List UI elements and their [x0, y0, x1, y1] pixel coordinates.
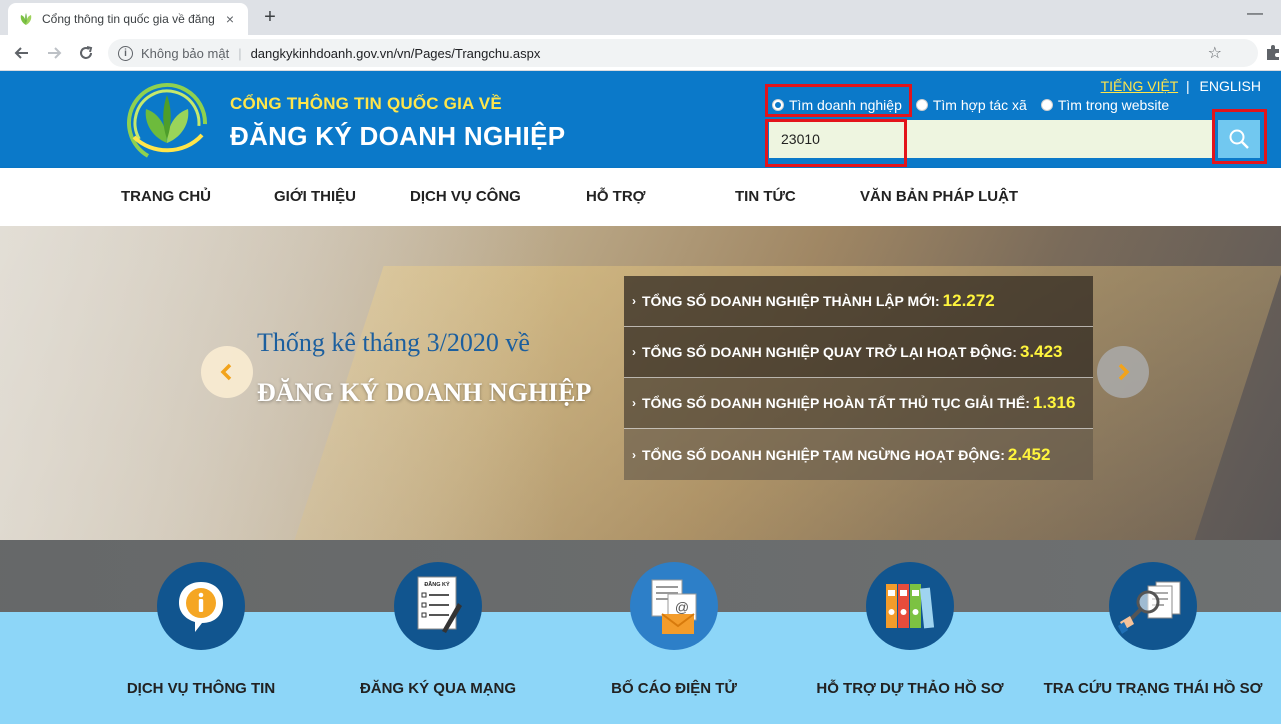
tab-title: Cổng thông tin quốc gia về đăng [42, 12, 215, 26]
omnibox-divider: | [238, 45, 242, 61]
radio-cooperative[interactable] [915, 99, 928, 111]
chevron-right-icon: › [632, 345, 636, 359]
lang-english-link[interactable]: ENGLISH [1200, 78, 1261, 94]
stat-row-suspended[interactable]: › TỔNG SỐ DOANH NGHIỆP TẠM NGỪNG HOẠT ĐỘ… [624, 429, 1093, 480]
search-input[interactable] [769, 120, 1214, 158]
service-label: HỖ TRỢ DỰ THẢO HỒ SƠ [816, 680, 1004, 697]
magnifier-document-icon [1109, 562, 1197, 650]
nav-about[interactable]: GIỚI THIỆU [274, 188, 356, 205]
service-online-registration[interactable]: ĐĂNG KÝ ĐĂNG KÝ QUA MẠNG [308, 562, 568, 697]
slider-next-button[interactable] [1097, 346, 1149, 398]
stat-row-new[interactable]: › TỔNG SỐ DOANH NGHIỆP THÀNH LẬP MỚI: 12… [624, 276, 1093, 327]
stat-label: TỔNG SỐ DOANH NGHIỆP QUAY TRỞ LẠI HOẠT Đ… [642, 344, 1017, 360]
lang-vietnamese-link[interactable]: TIẾNG VIỆT [1101, 78, 1179, 94]
minimize-window-button[interactable]: — [1247, 5, 1263, 23]
search-scope-options: Tìm doanh nghiệp Tìm hợp tác xã Tìm tron… [772, 97, 1183, 113]
banner-heading: Thống kê tháng 3/2020 về [257, 328, 530, 357]
nav-home[interactable]: TRANG CHỦ [121, 188, 211, 205]
service-draft-support[interactable]: HỖ TRỢ DỰ THẢO HỒ SƠ [780, 562, 1040, 697]
browser-toolbar: i Không bảo mật | dangkykinhdoanh.gov.vn… [0, 35, 1281, 71]
service-status-lookup[interactable]: TRA CỨU TRẠNG THÁI HỒ SƠ [1023, 562, 1281, 697]
statistics-banner: Thống kê tháng 3/2020 về ĐĂNG KÝ DOANH N… [0, 226, 1281, 540]
back-icon[interactable] [10, 41, 34, 65]
nav-public-services[interactable]: DỊCH VỤ CÔNG [410, 188, 521, 205]
service-information[interactable]: DỊCH VỤ THÔNG TIN [71, 562, 331, 697]
language-switch: TIẾNG VIỆT | ENGLISH [1101, 78, 1261, 94]
radio-cooperative-label: Tìm hợp tác xã [932, 97, 1027, 113]
banner-title: ĐĂNG KÝ DOANH NGHIỆP [257, 378, 592, 407]
url-text[interactable]: dangkykinhdoanh.gov.vn/vn/Pages/Trangchu… [251, 46, 1208, 61]
site-header: CỔNG THÔNG TIN QUỐC GIA VỀ ĐĂNG KÝ DOANH… [0, 71, 1281, 168]
radio-enterprise[interactable] [772, 99, 784, 111]
email-document-icon: @ [630, 562, 718, 650]
main-navigation: TRANG CHỦ GIỚI THIỆU DỊCH VỤ CÔNG HỖ TRỢ… [0, 168, 1281, 226]
browser-tab[interactable]: Cổng thông tin quốc gia về đăng × [8, 3, 248, 35]
svg-text:@: @ [675, 599, 689, 615]
stat-value: 12.272 [942, 291, 995, 310]
site-title: ĐĂNG KÝ DOANH NGHIỆP [230, 121, 566, 151]
browser-tab-bar: Cổng thông tin quốc gia về đăng × + — [0, 0, 1281, 35]
stat-label: TỔNG SỐ DOANH NGHIỆP THÀNH LẬP MỚI: [642, 293, 940, 309]
search-option-enterprise[interactable]: Tìm doanh nghiệp [772, 97, 902, 113]
search-icon [1229, 129, 1249, 149]
service-label: TRA CỨU TRẠNG THÁI HỒ SƠ [1043, 680, 1263, 697]
service-label: ĐĂNG KÝ QUA MẠNG [359, 680, 517, 697]
stat-row-resumed[interactable]: › TỔNG SỐ DOANH NGHIỆP QUAY TRỞ LẠI HOẠT… [624, 327, 1093, 378]
tab-close-icon[interactable]: × [222, 11, 238, 27]
registration-form-icon: ĐĂNG KÝ [394, 562, 482, 650]
stat-row-dissolved[interactable]: › TỔNG SỐ DOANH NGHIỆP HOÀN TẤT THỦ TỤC … [624, 378, 1093, 429]
stat-value: 1.316 [1032, 393, 1076, 412]
statistics-list: › TỔNG SỐ DOANH NGHIỆP THÀNH LẬP MỚI: 12… [624, 276, 1093, 480]
nav-support[interactable]: HỖ TRỢ [586, 188, 645, 205]
reload-icon[interactable] [74, 41, 98, 65]
search-button[interactable] [1218, 120, 1260, 158]
search-option-website[interactable]: Tìm trong website [1040, 97, 1170, 113]
binders-icon [866, 562, 954, 650]
bookmark-star-icon[interactable]: ☆ [1208, 43, 1222, 63]
chevron-right-icon: › [632, 294, 636, 308]
chevron-right-icon: › [632, 396, 636, 410]
lang-separator: | [1186, 78, 1190, 94]
address-bar[interactable]: i Không bảo mật | dangkykinhdoanh.gov.vn… [108, 39, 1258, 67]
site-subtitle: CỔNG THÔNG TIN QUỐC GIA VỀ [230, 94, 502, 113]
registration-form-icon-text: ĐĂNG KÝ [424, 581, 450, 588]
chevron-left-icon [220, 363, 232, 381]
radio-website-label: Tìm trong website [1057, 97, 1170, 113]
radio-enterprise-label: Tìm doanh nghiệp [789, 97, 902, 113]
radio-website[interactable] [1040, 99, 1053, 111]
insecure-label: Không bảo mật [141, 45, 230, 61]
stat-label: TỔNG SỐ DOANH NGHIỆP TẠM NGỪNG HOẠT ĐỘNG… [642, 446, 1005, 463]
stat-value: 3.423 [1019, 342, 1063, 361]
forward-icon[interactable] [42, 41, 66, 65]
stat-label: TỔNG SỐ DOANH NGHIỆP HOÀN TẤT THỦ TỤC GI… [642, 395, 1030, 411]
search-option-cooperative[interactable]: Tìm hợp tác xã [915, 97, 1027, 113]
chevron-right-icon [1118, 363, 1130, 381]
extensions-icon[interactable] [1265, 43, 1281, 63]
site-favicon-icon [20, 13, 32, 25]
chevron-right-icon: › [632, 447, 636, 462]
info-bubble-icon [157, 562, 245, 650]
service-electronic-notice[interactable]: @ BỐ CÁO ĐIỆN TỬ [544, 562, 804, 697]
new-tab-button[interactable]: + [258, 5, 282, 29]
nav-legal-documents[interactable]: VĂN BẢN PHÁP LUẬT [860, 188, 1018, 205]
slider-prev-button[interactable] [201, 346, 253, 398]
service-label: DỊCH VỤ THÔNG TIN [126, 680, 276, 697]
service-label: BỐ CÁO ĐIỆN TỬ [611, 680, 737, 697]
site-logo-icon[interactable] [122, 79, 212, 163]
stat-value: 2.452 [1007, 444, 1051, 464]
nav-news[interactable]: TIN TỨC [735, 188, 796, 205]
site-info-icon[interactable]: i [118, 45, 133, 61]
